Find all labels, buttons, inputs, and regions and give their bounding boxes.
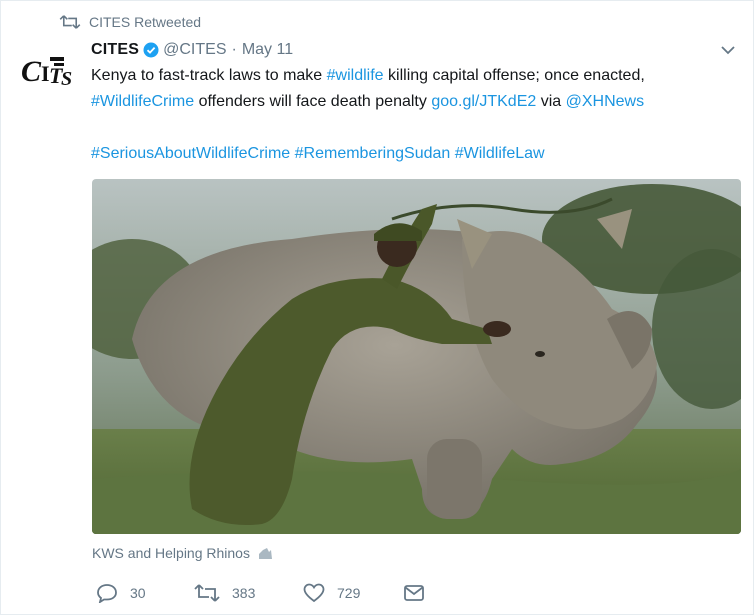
tagged-users-text[interactable]: KWS and Helping Rhinos bbox=[92, 545, 250, 561]
svg-text:S: S bbox=[61, 68, 72, 90]
tweet-photo[interactable] bbox=[92, 179, 741, 534]
verified-badge-icon bbox=[143, 42, 159, 58]
hashtag-link[interactable]: #SeriousAboutWildlifeCrime bbox=[91, 145, 290, 162]
envelope-icon bbox=[404, 585, 424, 601]
mention-link[interactable]: @XHNews bbox=[566, 93, 644, 110]
tweet-actions: 30 383 729 bbox=[96, 583, 436, 605]
like-count: 729 bbox=[337, 585, 361, 601]
tagged-users[interactable]: KWS and Helping Rhinos bbox=[92, 545, 274, 561]
retweet-icon bbox=[194, 584, 220, 602]
tweet-text-part: offenders will face death penalty bbox=[194, 93, 432, 110]
tweet-card[interactable]: CITES Retweeted C I T S CITES @CITES · M… bbox=[0, 0, 754, 615]
chevron-down-icon[interactable] bbox=[719, 43, 737, 57]
hashtag-line: #SeriousAboutWildlifeCrime #RememberingS… bbox=[91, 141, 545, 167]
cites-logo-avatar[interactable]: C I T S bbox=[21, 51, 79, 91]
tweet-date[interactable]: May 11 bbox=[242, 41, 293, 59]
like-button[interactable]: 729 bbox=[303, 583, 360, 603]
svg-text:C: C bbox=[21, 55, 42, 88]
header-separator: · bbox=[231, 41, 237, 58]
tweet-text-part: via bbox=[536, 93, 566, 110]
retweet-button[interactable]: 383 bbox=[194, 583, 255, 603]
hashtag-link[interactable]: #WildlifeLaw bbox=[455, 145, 545, 162]
hashtag-link[interactable]: #WildlifeCrime bbox=[91, 93, 194, 110]
author-name[interactable]: CITES bbox=[91, 41, 139, 59]
tweet-body: Kenya to fast-track laws to make #wildli… bbox=[91, 63, 741, 162]
tweet-text-part: killing capital offense; once enacted, bbox=[383, 67, 645, 84]
retweet-icon bbox=[59, 15, 81, 29]
tweet-text-part: Kenya to fast-track laws to make bbox=[91, 67, 327, 84]
retweet-count: 383 bbox=[232, 585, 256, 601]
reply-icon bbox=[97, 584, 117, 603]
retweet-banner: CITES Retweeted bbox=[59, 13, 201, 31]
retweet-banner-text[interactable]: CITES Retweeted bbox=[89, 14, 201, 30]
reply-count: 30 bbox=[130, 585, 146, 601]
hashtag-link[interactable]: #RememberingSudan bbox=[295, 145, 451, 162]
url-link[interactable]: goo.gl/JTKdE2 bbox=[431, 93, 536, 110]
tweet-header: CITES @CITES · May 11 bbox=[91, 39, 293, 61]
hashtag-link[interactable]: #wildlife bbox=[327, 67, 384, 84]
tagged-people-icon bbox=[258, 548, 272, 559]
author-handle[interactable]: @CITES bbox=[163, 41, 226, 59]
reply-button[interactable]: 30 bbox=[96, 583, 146, 603]
heart-icon bbox=[303, 583, 325, 603]
direct-message-button[interactable] bbox=[403, 583, 425, 603]
ranger-and-rhino-image bbox=[92, 179, 741, 534]
